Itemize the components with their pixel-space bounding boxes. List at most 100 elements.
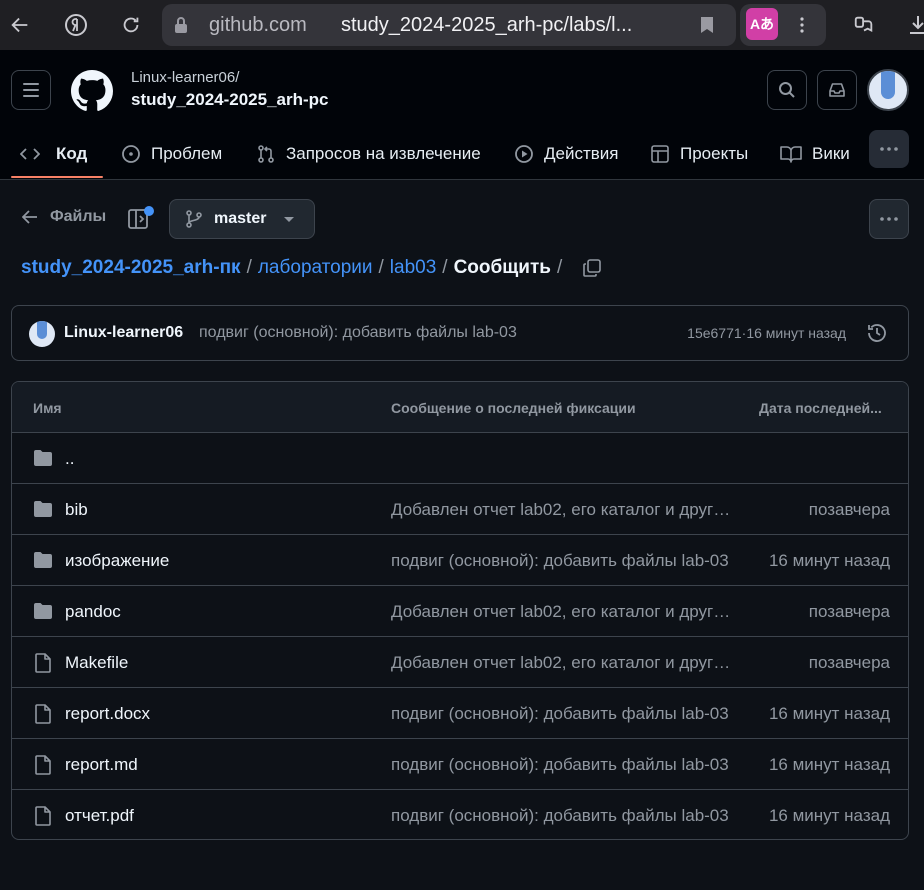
commit-message-link[interactable]: Добавлен отчет lab02, его каталог и друг… xyxy=(391,653,737,673)
file-options-button[interactable] xyxy=(869,199,909,239)
tab-label: Проблем xyxy=(151,144,223,163)
table-row[interactable]: bib Добавлен отчет lab02, его каталог и д… xyxy=(12,484,908,535)
commit-message-link[interactable]: подвиг (основной): добавить файлы lab-03 xyxy=(391,755,737,775)
more-tabs-button[interactable] xyxy=(869,130,909,168)
tab-code[interactable]: Код xyxy=(20,130,87,178)
file-icon xyxy=(34,755,52,780)
file-table: Имя Сообщение о последней фиксации Дата … xyxy=(11,381,909,840)
tab-label: Код xyxy=(56,144,88,163)
commit-message-link[interactable]: подвиг (основной): добавить файлы lab-03 xyxy=(391,551,737,571)
code-icon xyxy=(20,148,40,160)
table-row[interactable]: report.docx подвиг (основной): добавить ф… xyxy=(12,688,908,739)
bookmark-icon[interactable] xyxy=(700,16,714,34)
back-arrow-icon[interactable] xyxy=(6,11,34,39)
commit-message-link[interactable]: Добавлен отчет lab02, его каталог и друг… xyxy=(391,602,737,622)
lock-icon xyxy=(175,17,187,33)
file-name-link[interactable]: изображение xyxy=(65,551,169,571)
file-name-link[interactable]: Makefile xyxy=(65,653,128,673)
table-row[interactable]: отчет.pdf подвиг (основной): добавить фай… xyxy=(12,790,908,839)
commit-date: позавчера xyxy=(808,653,890,672)
breadcrumb: study_2024-2025_arh-пк / лаборатории / l… xyxy=(21,257,602,279)
repo-name-link[interactable]: study_2024-2025_arh-pc xyxy=(131,90,329,110)
commit-date: позавчера xyxy=(808,500,890,519)
translate-icon[interactable]: Aあ xyxy=(746,8,778,40)
copy-icon[interactable] xyxy=(582,258,602,278)
pull-request-icon xyxy=(258,145,274,163)
commit-meta[interactable]: 15e6771·16 минут назад xyxy=(687,325,846,341)
commit-message-link[interactable]: подвиг (основной): добавить файлы lab-03 xyxy=(391,806,737,826)
branch-selector[interactable]: master xyxy=(169,199,315,239)
user-avatar[interactable] xyxy=(867,69,909,111)
url-path: study_2024-2025_arh-pc/labs/l... xyxy=(341,14,633,36)
tab-wiki[interactable]: Вики xyxy=(780,130,850,178)
commit-author[interactable]: Linux-learner06 xyxy=(64,324,183,342)
file-name-link[interactable]: report.docx xyxy=(65,704,150,724)
book-icon xyxy=(780,146,802,163)
download-icon[interactable] xyxy=(904,11,924,39)
files-back-button[interactable]: Файлы xyxy=(22,208,106,226)
commit-date: 16 минут назад xyxy=(768,704,890,723)
caret-down-icon xyxy=(284,217,294,222)
file-name-link[interactable]: отчет.pdf xyxy=(65,806,134,826)
tab-projects[interactable]: Проекты xyxy=(650,130,748,178)
commit-message-link[interactable]: подвиг (основной): добавить файлы lab-03 xyxy=(391,704,737,724)
github-logo-icon[interactable] xyxy=(71,70,113,112)
repo-owner-link[interactable]: Linux-learner06/ xyxy=(131,69,239,86)
tab-pull-requests[interactable]: Запросов на извлечение xyxy=(256,130,481,178)
file-name-link[interactable]: report.md xyxy=(65,755,138,775)
breadcrumb-labs[interactable]: лаборатории xyxy=(258,257,373,279)
branch-name: master xyxy=(214,210,267,227)
address-bar[interactable]: github.com study_2024-2025_arh-pc/labs/l… xyxy=(162,4,736,46)
inbox-icon xyxy=(829,83,845,97)
latest-commit-box: Linux-learner06 подвиг (основной): добав… xyxy=(11,305,909,361)
file-icon xyxy=(34,806,52,831)
breadcrumb-lab03[interactable]: lab03 xyxy=(390,257,437,279)
file-name-link[interactable]: bib xyxy=(65,500,88,520)
commit-date: позавчера xyxy=(808,602,890,621)
search-button[interactable] xyxy=(767,70,807,110)
table-row[interactable]: report.md подвиг (основной): добавить фай… xyxy=(12,739,908,790)
search-icon xyxy=(779,82,795,98)
commit-author-avatar[interactable] xyxy=(29,321,55,347)
inbox-button[interactable] xyxy=(817,70,857,110)
file-icon xyxy=(34,704,52,729)
breadcrumb-root[interactable]: study_2024-2025_arh-пк xyxy=(21,257,241,279)
breadcrumb-separator: / xyxy=(442,257,448,278)
files-label: Файлы xyxy=(50,208,107,225)
file-name-link[interactable]: pandoc xyxy=(65,602,121,622)
tab-issues[interactable]: Проблем xyxy=(121,130,222,178)
url-domain: github.com xyxy=(209,14,307,36)
commit-date: 16 минут назад xyxy=(768,806,890,825)
breadcrumb-separator: / xyxy=(246,257,252,278)
tab-actions[interactable]: Действия xyxy=(514,130,618,178)
browser-menu-icon[interactable] xyxy=(788,11,816,39)
commit-message[interactable]: подвиг (основной): добавить файлы lab-03 xyxy=(199,324,517,342)
folder-icon xyxy=(33,500,53,523)
column-header-date: Дата последней... xyxy=(759,400,882,416)
folder-icon xyxy=(33,551,53,574)
file-name-link[interactable]: .. xyxy=(65,449,74,469)
history-icon[interactable] xyxy=(866,322,888,344)
table-row[interactable]: изображение подвиг (основной): добавить ф… xyxy=(12,535,908,586)
reload-icon[interactable] xyxy=(117,11,145,39)
table-header: Имя Сообщение о последней фиксации Дата … xyxy=(12,382,908,433)
yandex-icon[interactable] xyxy=(62,11,90,39)
github-header: Linux-learner06/ study_2024-2025_arh-pc … xyxy=(0,50,924,180)
commit-date: 16 минут назад xyxy=(768,551,890,570)
tab-label: Запросов на извлечение xyxy=(286,144,481,163)
breadcrumb-current: Сообщить xyxy=(453,257,551,278)
table-row[interactable]: .. xyxy=(12,433,908,484)
breadcrumb-separator: / xyxy=(556,257,563,278)
kebab-horizontal-icon xyxy=(880,217,898,221)
table-row[interactable]: pandoc Добавлен отчет lab02, его каталог … xyxy=(12,586,908,637)
tab-label: Проекты xyxy=(680,144,749,163)
column-header-message: Сообщение о последней фиксации xyxy=(391,400,636,416)
breadcrumb-separator: / xyxy=(378,257,384,278)
commit-message-link[interactable]: Добавлен отчет lab02, его каталог и друг… xyxy=(391,500,737,520)
arrow-left-icon xyxy=(22,210,37,224)
hamburger-menu-button[interactable] xyxy=(11,70,51,110)
collections-icon[interactable] xyxy=(850,11,878,39)
kebab-horizontal-icon xyxy=(880,147,898,151)
notification-dot xyxy=(144,206,154,216)
table-row[interactable]: Makefile Добавлен отчет lab02, его катало… xyxy=(12,637,908,688)
